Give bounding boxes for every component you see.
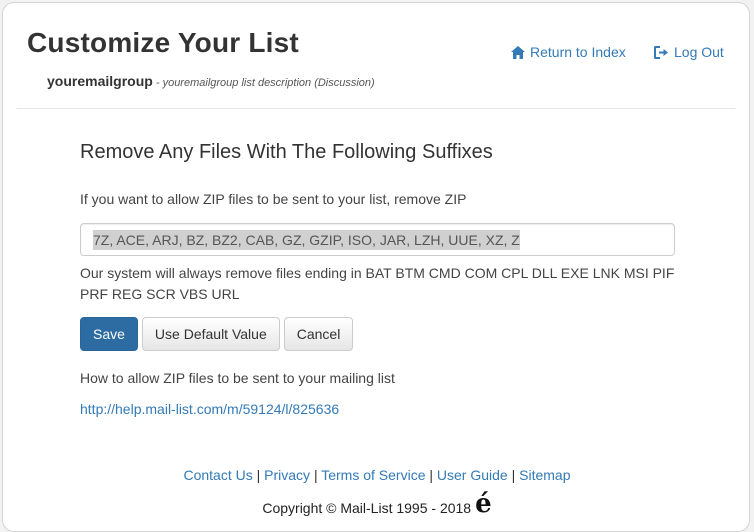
home-icon (511, 45, 525, 59)
footer-separator: | (252, 467, 265, 483)
return-to-index-link[interactable]: Return to Index (511, 44, 626, 60)
zip-help-text: If you want to allow ZIP files to be sen… (80, 191, 467, 207)
footer-separator: | (310, 467, 322, 483)
log-out-link[interactable]: Log Out (654, 44, 724, 60)
footer-link-user-guide[interactable]: User Guide (437, 467, 508, 483)
return-to-index-label: Return to Index (530, 44, 626, 60)
footer-link-privacy[interactable]: Privacy (264, 467, 310, 483)
footer-link-terms[interactable]: Terms of Service (321, 467, 425, 483)
group-name: youremailgroup (47, 73, 153, 89)
sign-out-icon (654, 45, 669, 59)
log-out-label: Log Out (674, 44, 724, 60)
mail-list-logo-icon: é (475, 489, 492, 519)
section-title: Remove Any Files With The Following Suff… (80, 141, 493, 163)
page-title: Customize Your List (27, 27, 299, 58)
footer-separator: | (425, 467, 437, 483)
copyright-text: Copyright © Mail-List 1995 - 2018 (262, 500, 472, 516)
main-content: Remove Any Files With The Following Suff… (80, 141, 680, 417)
how-to-allow-zip-text: How to allow ZIP files to be sent to you… (80, 370, 395, 386)
button-row: Save Use Default Value Cancel (80, 317, 354, 351)
footer-links: Contact Us | Privacy | Terms of Service … (3, 467, 751, 483)
help-url-link[interactable]: http://help.mail-list.com/m/59124/l/8256… (80, 401, 339, 417)
save-button[interactable]: Save (80, 317, 138, 351)
page-header: Customize Your List youremailgroup - you… (17, 3, 735, 109)
use-default-value-button[interactable]: Use Default Value (141, 317, 280, 351)
suffix-input-value: 7Z, ACE, ARJ, BZ, BZ2, CAB, GZ, GZIP, IS… (93, 229, 520, 250)
group-description: - youremailgroup list description (Discu… (152, 77, 375, 89)
footer-link-contact-us[interactable]: Contact Us (183, 467, 252, 483)
list-subtitle: youremailgroup - youremailgroup list des… (47, 73, 375, 89)
footer-separator: | (507, 467, 520, 483)
copyright: Copyright © Mail-List 1995 - 2018 é (3, 489, 751, 523)
main-panel: Customize Your List youremailgroup - you… (2, 2, 750, 532)
footer-link-sitemap[interactable]: Sitemap (519, 467, 570, 483)
always-removed-text: Our system will always remove files endi… (80, 265, 675, 302)
cancel-button[interactable]: Cancel (283, 317, 354, 351)
suffix-input[interactable]: 7Z, ACE, ARJ, BZ, BZ2, CAB, GZ, GZIP, IS… (80, 223, 675, 256)
